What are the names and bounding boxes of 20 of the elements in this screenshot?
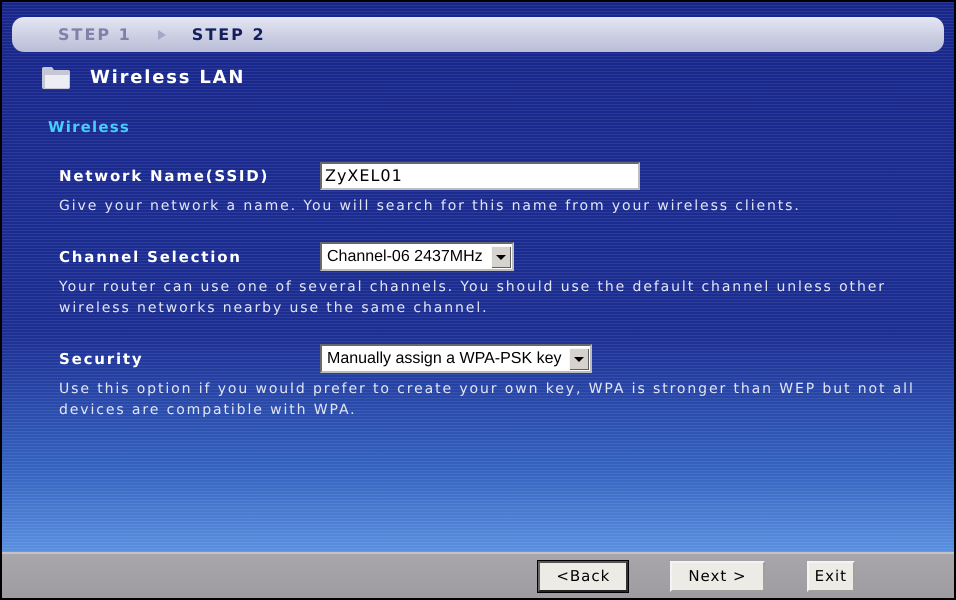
wizard-button[interactable]: <Back: [538, 560, 628, 592]
security-dropdown[interactable]: Manually assign a WPA-PSK key: [320, 344, 592, 373]
page-title: Wireless LAN: [90, 67, 246, 88]
field-label: Security: [59, 350, 144, 368]
field-label: Network Name(SSID): [59, 166, 270, 184]
field-label: Channel Selection: [59, 248, 243, 266]
wizard-button[interactable]: Next >: [670, 560, 765, 592]
help-text: Give your network a name. You will search for this name from your wireless clients.: [59, 197, 802, 216]
ssid-input[interactable]: ZyXEL01: [320, 162, 640, 190]
arrow-icon: [158, 30, 166, 40]
channel-dropdown[interactable]: Channel-06 2437MHz: [320, 242, 514, 271]
caret-icon: [569, 348, 590, 370]
wizard-step: STEP 2: [192, 25, 266, 44]
wizard-button[interactable]: Exit: [806, 560, 855, 592]
help-text: Use this option if you would prefer to create your own key, WPA is stronger than WEP but not all devices are compatible with WPA.: [59, 380, 916, 420]
caret-icon: [490, 246, 511, 268]
help-text: Your router can use one of several channels. You should use the default channel unless other wireless networks nearby use the same channel.: [59, 278, 887, 318]
folder-icon: [42, 66, 70, 89]
wizard-step: STEP 1: [58, 25, 132, 44]
section-heading: Wireless: [48, 119, 130, 136]
